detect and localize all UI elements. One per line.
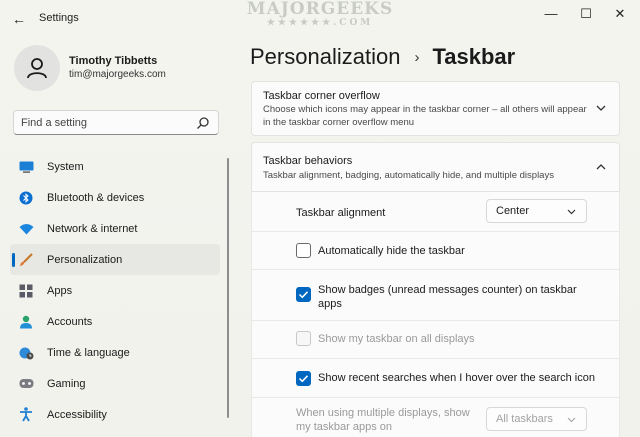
- chevron-up-icon[interactable]: [595, 161, 607, 173]
- card-title: Taskbar behaviors: [263, 155, 353, 167]
- close-button[interactable]: ✕: [606, 4, 634, 24]
- bluetooth-icon: [18, 190, 34, 206]
- sidebar-item-accounts[interactable]: Accounts: [10, 306, 220, 337]
- title-bar: ← Settings MAJORGEEKS ★★★★★★.COM — ☐ ✕: [0, 0, 640, 36]
- sidebar-item-accessibility[interactable]: Accessibility: [10, 399, 220, 430]
- taskbar-alignment-row: Taskbar alignment Center: [251, 192, 620, 232]
- chevron-down-icon[interactable]: [595, 102, 607, 114]
- checkmark-icon: [298, 375, 309, 383]
- person-icon: [27, 58, 47, 79]
- chevron-down-icon: [567, 209, 576, 215]
- sidebar-scrollbar[interactable]: [227, 158, 229, 418]
- watermark-subtext: ★★★★★★.COM: [266, 18, 374, 28]
- all-displays-checkbox: [296, 331, 311, 346]
- sidebar-item-personalization[interactable]: Personalization: [10, 244, 220, 275]
- recent-searches-row[interactable]: Show recent searches when I hover over t…: [251, 359, 620, 398]
- watermark-text: MAJORGEEKS: [246, 0, 394, 19]
- search-box[interactable]: [13, 110, 219, 135]
- user-email: tim@majorgeeks.com: [69, 69, 166, 80]
- recent-searches-label[interactable]: Show recent searches when I hover over t…: [318, 371, 595, 385]
- sidebar-item-network[interactable]: Network & internet: [10, 213, 220, 244]
- gamepad-icon: [18, 376, 34, 392]
- sidebar-nav: System Bluetooth & devices Network & int…: [10, 151, 220, 430]
- breadcrumb-parent[interactable]: Personalization: [250, 44, 400, 70]
- card-description: Choose which icons may appear in the tas…: [263, 104, 587, 128]
- auto-hide-label[interactable]: Automatically hide the taskbar: [318, 244, 465, 258]
- watermark-logo: MAJORGEEKS ★★★★★★.COM: [230, 0, 410, 29]
- search-input[interactable]: [21, 115, 191, 131]
- show-badges-row[interactable]: Show badges (unread messages counter) on…: [251, 270, 620, 321]
- maximize-button[interactable]: ☐: [572, 4, 600, 24]
- sidebar-item-time-language[interactable]: Time & language: [10, 337, 220, 368]
- sidebar-item-label: Personalization: [47, 253, 123, 266]
- page-title: Taskbar: [432, 44, 516, 69]
- chevron-down-icon: [567, 417, 576, 423]
- all-displays-label: Show my taskbar on all displays: [318, 333, 475, 345]
- accounts-icon: [18, 314, 34, 330]
- auto-hide-row[interactable]: Automatically hide the taskbar: [251, 232, 620, 270]
- settings-window: ← Settings MAJORGEEKS ★★★★★★.COM — ☐ ✕ T…: [0, 0, 640, 437]
- active-indicator: [12, 253, 15, 267]
- sidebar-item-label: Accessibility: [47, 408, 107, 421]
- sidebar-item-label: Network & internet: [47, 222, 138, 235]
- globe-clock-icon: [18, 345, 34, 361]
- sidebar-item-system[interactable]: System: [10, 151, 220, 182]
- multi-display-dropdown: All taskbars: [486, 407, 587, 431]
- sidebar-item-label: Bluetooth & devices: [47, 191, 145, 204]
- dropdown-value: All taskbars: [496, 413, 553, 425]
- show-badges-label[interactable]: Show badges (unread messages counter) on…: [318, 283, 588, 311]
- multi-display-label: When using multiple displays, show my ta…: [296, 407, 470, 433]
- back-button[interactable]: ←: [10, 10, 28, 28]
- apps-icon: [18, 283, 34, 299]
- recent-searches-checkbox[interactable]: [296, 371, 311, 386]
- taskbar-corner-overflow-card[interactable]: Taskbar corner overflow Choose which ico…: [251, 81, 620, 136]
- checkmark-icon: [298, 291, 309, 299]
- user-name: Timothy Tibbetts: [69, 55, 158, 67]
- avatar[interactable]: [14, 45, 60, 91]
- search-icon[interactable]: [196, 116, 210, 130]
- breadcrumb: Personalization › Taskbar: [250, 44, 515, 70]
- system-icon: [18, 159, 34, 175]
- brush-icon: [18, 252, 34, 268]
- card-title: Taskbar corner overflow: [263, 90, 380, 102]
- sidebar-item-gaming[interactable]: Gaming: [10, 368, 220, 399]
- multi-display-row: When using multiple displays, show my ta…: [251, 398, 620, 437]
- all-displays-row: Show my taskbar on all displays: [251, 321, 620, 359]
- sidebar-item-label: Apps: [47, 284, 73, 297]
- taskbar-alignment-label: Taskbar alignment: [296, 207, 386, 219]
- accessibility-icon: [18, 407, 34, 423]
- app-title: Settings: [39, 12, 79, 24]
- breadcrumb-separator: ›: [414, 48, 420, 66]
- sidebar-item-apps[interactable]: Apps: [10, 275, 220, 306]
- minimize-button[interactable]: —: [537, 4, 565, 24]
- sidebar-item-label: Gaming: [47, 377, 86, 390]
- sidebar-item-label: System: [47, 160, 84, 173]
- taskbar-alignment-dropdown[interactable]: Center: [486, 199, 587, 223]
- wifi-icon: [18, 221, 34, 237]
- taskbar-behaviors-card[interactable]: Taskbar behaviors Taskbar alignment, bad…: [251, 142, 620, 192]
- auto-hide-checkbox[interactable]: [296, 243, 311, 258]
- card-description: Taskbar alignment, badging, automaticall…: [263, 170, 554, 181]
- dropdown-value: Center: [496, 205, 530, 217]
- sidebar-item-bluetooth[interactable]: Bluetooth & devices: [10, 182, 220, 213]
- sidebar-item-label: Time & language: [47, 346, 130, 359]
- sidebar-item-label: Accounts: [47, 315, 93, 328]
- show-badges-checkbox[interactable]: [296, 287, 311, 302]
